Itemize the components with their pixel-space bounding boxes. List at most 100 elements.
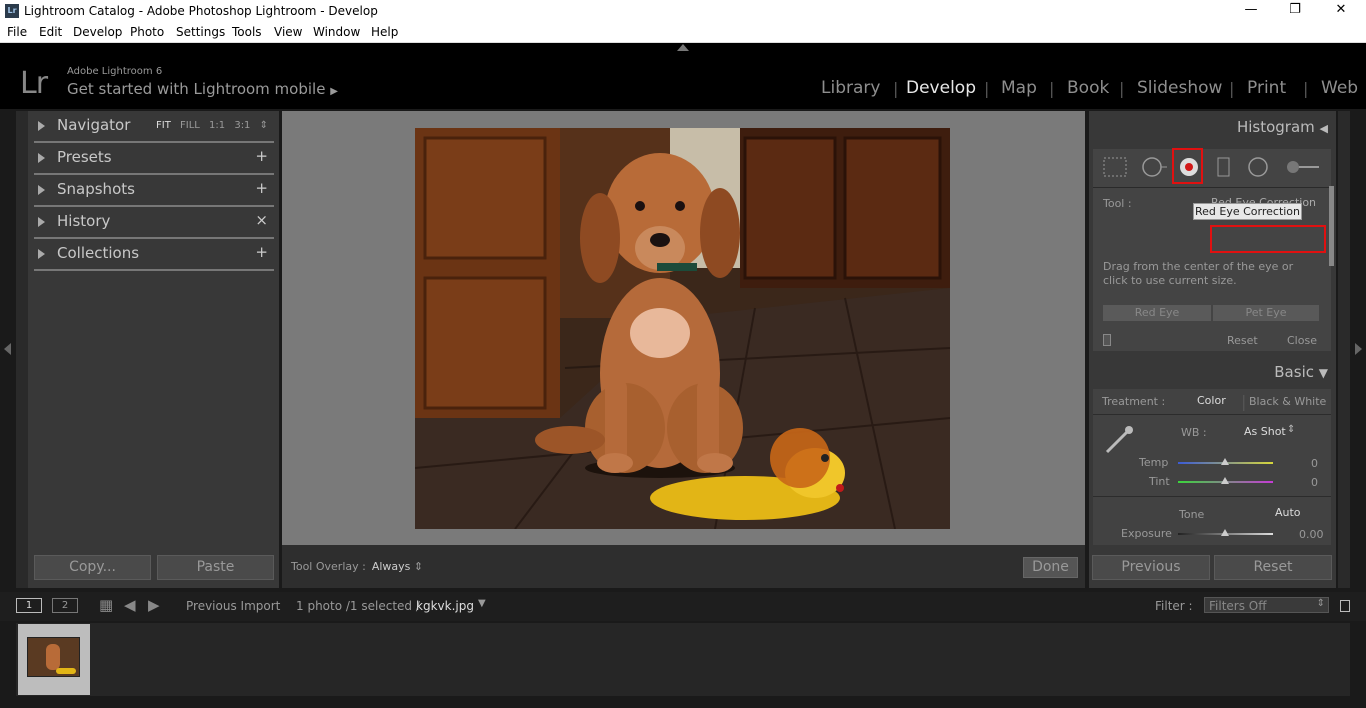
menu-window[interactable]: Window <box>313 25 360 39</box>
tint-value[interactable]: 0 <box>1311 476 1318 489</box>
main-window-button[interactable]: 1 <box>16 598 42 613</box>
histogram-header[interactable]: Histogram ◀ <box>1237 118 1328 136</box>
menu-view[interactable]: View <box>274 25 302 39</box>
app-icon: Lr <box>5 4 19 18</box>
basic-header[interactable]: Basic ▼ <box>1274 363 1328 381</box>
red-eye-mode-button[interactable]: Red Eye <box>1103 305 1211 321</box>
top-panel-toggle-icon[interactable] <box>677 44 689 51</box>
module-book[interactable]: Book <box>1067 78 1109 98</box>
spot-removal-tool-icon <box>1142 157 1162 177</box>
exposure-slider-thumb[interactable] <box>1221 529 1229 536</box>
photo-puppy[interactable] <box>415 128 950 529</box>
treatment-bw-option[interactable]: Black & White <box>1249 395 1326 408</box>
pet-eye-mode-button[interactable]: Pet Eye <box>1213 305 1319 321</box>
filename[interactable]: kgkvk.jpg <box>416 599 474 613</box>
exposure-value[interactable]: 0.00 <box>1299 528 1324 541</box>
navigator-header[interactable]: Navigator FIT FILL 1:1 3:1 ⇕ <box>34 113 274 143</box>
snapshots-header[interactable]: Snapshots + <box>34 177 274 207</box>
menu-photo[interactable]: Photo <box>130 25 164 39</box>
module-slideshow[interactable]: Slideshow <box>1137 78 1222 98</box>
previous-button[interactable]: Previous <box>1092 555 1210 580</box>
red-eye-tool-highlight[interactable] <box>1172 148 1203 184</box>
module-map[interactable]: Map <box>1001 78 1037 98</box>
collections-label: Collections <box>57 244 140 262</box>
menu-settings[interactable]: Settings <box>176 25 225 39</box>
crop-tool-icon <box>1103 157 1127 177</box>
maximize-button[interactable]: ❐ <box>1280 2 1310 20</box>
menu-file[interactable]: File <box>7 25 27 39</box>
disclosure-icon <box>38 249 45 259</box>
grid-view-icon[interactable]: ▦ <box>99 596 113 614</box>
copy-button[interactable]: Copy... <box>34 555 151 580</box>
temp-value[interactable]: 0 <box>1311 457 1318 470</box>
forward-arrow-icon[interactable]: ▶ <box>148 596 160 614</box>
clear-history-icon[interactable]: × <box>255 211 268 229</box>
filmstrip <box>16 623 1350 696</box>
presets-header[interactable]: Presets + <box>34 145 274 175</box>
left-panel-edge <box>16 111 28 588</box>
tool-overlay-value[interactable]: Always <box>372 560 411 573</box>
filename-dropdown-icon[interactable]: ▼ <box>478 598 486 609</box>
zoom-3-1[interactable]: 3:1 <box>234 120 250 131</box>
paste-button[interactable]: Paste <box>157 555 274 580</box>
second-window-button[interactable]: 2 <box>52 598 78 613</box>
photo-illustration <box>415 128 950 529</box>
updown-icon: ⇕ <box>413 560 424 573</box>
image-canvas[interactable] <box>282 111 1085 545</box>
close-button[interactable]: ✕ <box>1326 2 1356 20</box>
zoom-fit[interactable]: FIT <box>156 120 171 131</box>
auto-tone-button[interactable]: Auto <box>1275 506 1301 519</box>
module-develop[interactable]: Develop <box>906 78 976 98</box>
wb-eyedropper-icon[interactable] <box>1103 422 1137 456</box>
module-library[interactable]: Library <box>821 78 880 98</box>
identity-plate: Lr Adobe Lightroom 6 Get started with Li… <box>0 43 1366 109</box>
module-print[interactable]: Print <box>1247 78 1286 98</box>
add-snapshot-icon[interactable]: + <box>255 179 268 197</box>
graduated-filter-tool-icon <box>1217 157 1230 177</box>
disclosure-icon <box>38 185 45 195</box>
tool-strip-icons <box>1103 157 1319 177</box>
tool-close-button[interactable]: Close <box>1287 334 1317 347</box>
zoom-stepper-icon[interactable]: ⇕ <box>260 120 268 131</box>
add-collection-icon[interactable]: + <box>255 243 268 261</box>
add-preset-icon[interactable]: + <box>255 147 268 165</box>
done-button[interactable]: Done <box>1023 557 1078 578</box>
navigator-label: Navigator <box>57 116 131 134</box>
tint-label: Tint <box>1149 475 1170 488</box>
source-label[interactable]: Previous Import <box>186 599 280 613</box>
filter-label: Filter : <box>1155 599 1193 613</box>
minimize-button[interactable]: — <box>1236 2 1266 20</box>
photo-count: 1 photo /1 selected / <box>296 599 420 613</box>
history-header[interactable]: History × <box>34 209 274 239</box>
filter-lock-icon[interactable] <box>1340 600 1350 612</box>
tool-strip <box>1093 149 1331 187</box>
tool-reset-button[interactable]: Reset <box>1227 334 1258 347</box>
menu-develop[interactable]: Develop <box>73 25 122 39</box>
treatment-color-option[interactable]: Color <box>1197 394 1226 407</box>
wb-value[interactable]: As Shot <box>1244 425 1286 438</box>
tool-overlay-control[interactable]: Tool Overlay : Always ⇕ <box>291 560 423 573</box>
reset-button[interactable]: Reset <box>1214 555 1332 580</box>
wb-stepper-icon[interactable]: ⇕ <box>1287 424 1295 435</box>
menu-tools[interactable]: Tools <box>232 25 262 39</box>
filmstrip-thumbnail[interactable] <box>18 624 90 695</box>
tint-slider-thumb[interactable] <box>1221 477 1229 484</box>
temp-slider-thumb[interactable] <box>1221 458 1229 465</box>
mobile-link[interactable]: Get started with Lightroom mobile ▶ <box>67 80 338 98</box>
zoom-fill[interactable]: FILL <box>180 120 200 131</box>
back-arrow-icon[interactable]: ◀ <box>124 596 136 614</box>
mobile-link-label: Get started with Lightroom mobile <box>67 80 326 98</box>
menu-help[interactable]: Help <box>371 25 398 39</box>
filter-select[interactable]: Filters Off ⇕ <box>1204 597 1329 613</box>
collections-header[interactable]: Collections + <box>34 241 274 271</box>
right-panel-scrollbar[interactable] <box>1329 186 1334 266</box>
collapse-down-icon: ▼ <box>1318 366 1328 380</box>
right-panel-toggle-icon[interactable] <box>1355 343 1362 355</box>
module-web[interactable]: Web <box>1321 78 1358 98</box>
treatment-separator: | <box>1241 392 1247 411</box>
left-panel-toggle-icon[interactable] <box>4 343 11 355</box>
zoom-1-1[interactable]: 1:1 <box>209 120 225 131</box>
divider <box>34 269 274 271</box>
menu-edit[interactable]: Edit <box>39 25 62 39</box>
tool-switch-icon[interactable] <box>1103 334 1111 346</box>
